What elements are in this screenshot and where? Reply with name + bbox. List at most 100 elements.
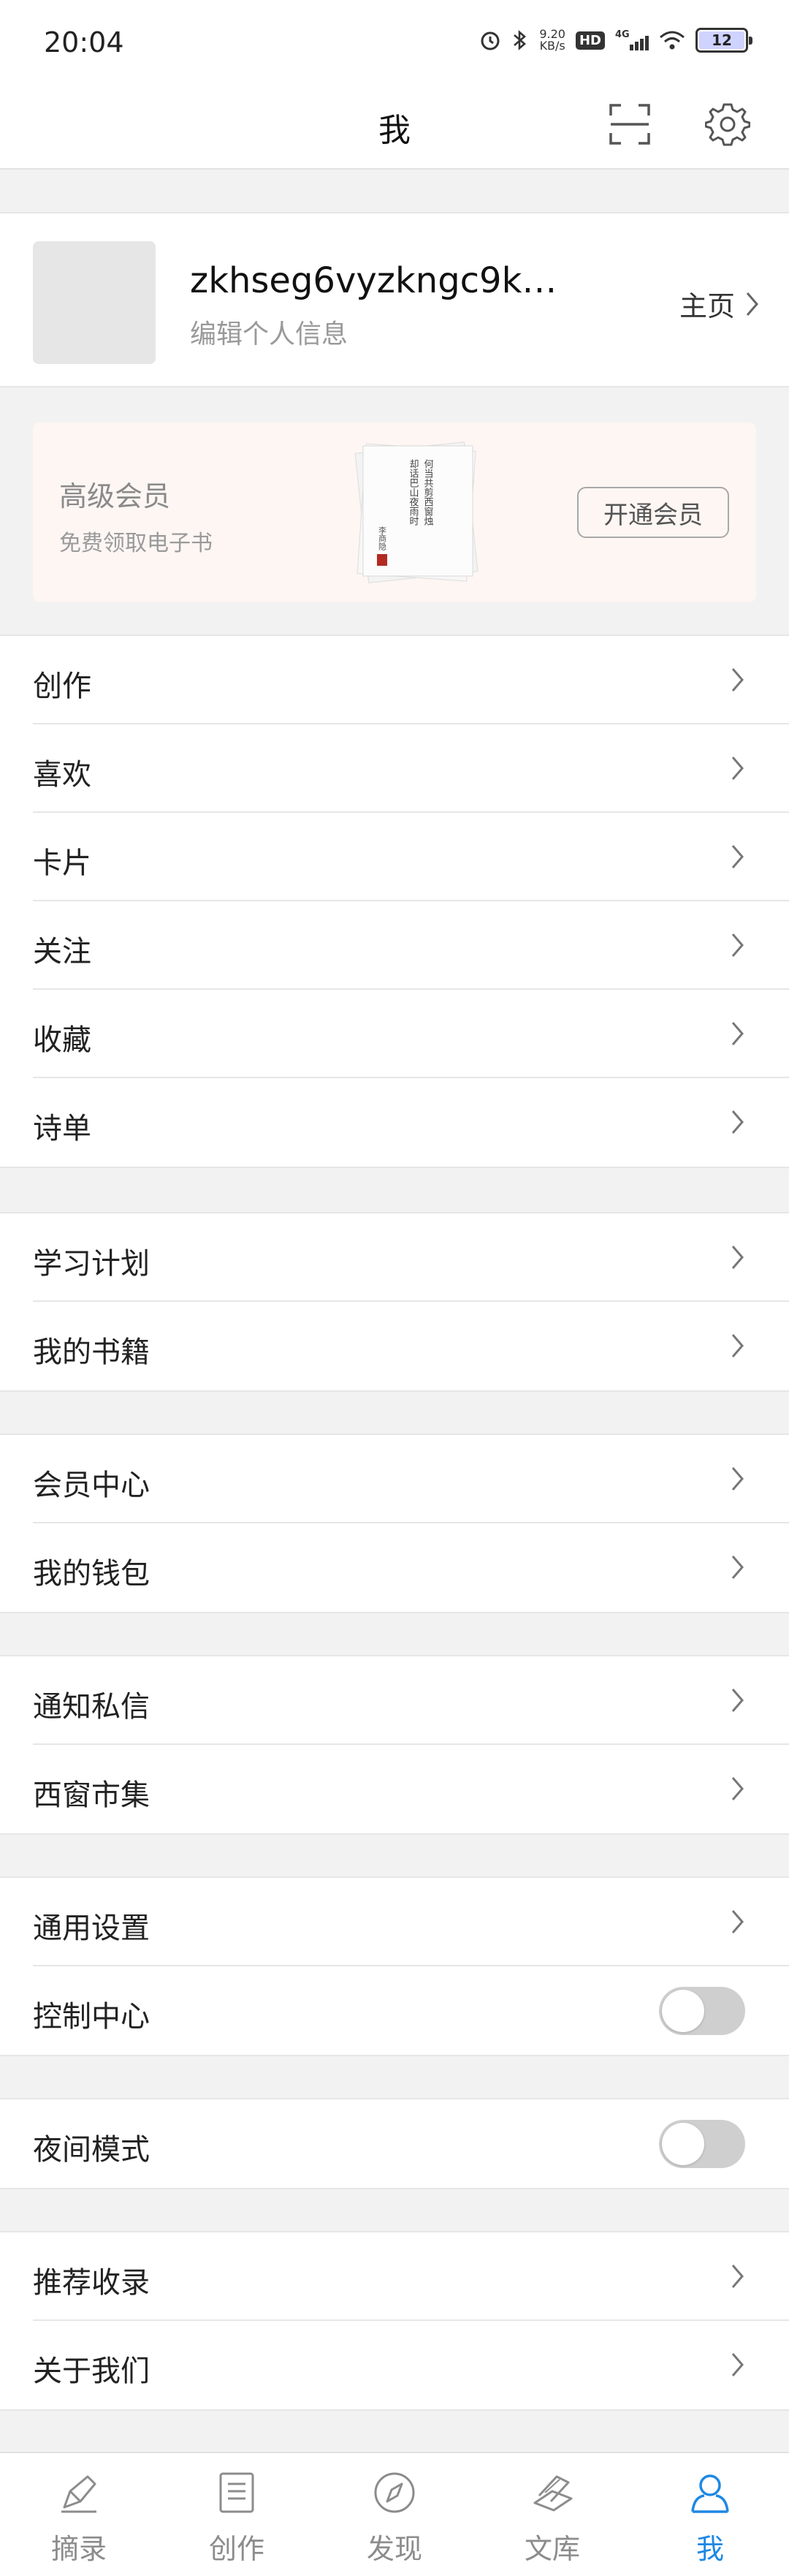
menu-row[interactable]: 关于我们 [0,2321,789,2409]
chevron-right-icon [731,1466,745,1495]
chevron-right-icon [731,667,745,696]
username: zkhseg6vyzkngc9k… [190,260,557,301]
document-icon [210,2466,263,2519]
toggle-switch[interactable] [659,2120,745,2168]
menu-row[interactable]: 控制中心 [0,1966,789,2055]
homepage-label: 主页 [679,290,735,322]
menu-row[interactable]: 学习计划 [0,1213,789,1302]
menu-row[interactable]: 通知私信 [0,1656,789,1745]
net-speed: 9.20 KB/s [539,27,565,53]
edit-profile-link[interactable]: 编辑个人信息 [190,313,348,351]
tab-label: 发现 [366,2533,422,2565]
menu-row-label: 通知私信 [33,1690,150,1724]
menu-row-label: 关于我们 [33,2355,150,2388]
avatar[interactable] [33,241,156,364]
toggle-knob [662,1990,704,2032]
svg-text:4G: 4G [615,29,630,40]
chevron-right-icon [731,1776,745,1805]
hd-badge: HD [575,31,605,50]
menu-group: 学习计划 我的书籍 [0,1212,789,1392]
bluetooth-icon [511,29,529,51]
vip-banner[interactable]: 高级会员 免费领取电子书 何当共剪西窗烛 却话巴山夜雨时 李商隐 开通会员 [33,423,756,602]
menu-row[interactable]: 推荐收录 [0,2232,789,2321]
menu-row-label: 创作 [33,670,91,703]
scan-icon [609,104,650,145]
status-time: 20:04 [44,26,124,58]
chevron-right-icon [731,1333,745,1362]
chevron-right-icon [731,932,745,961]
tab-library[interactable]: 文库 [473,2453,631,2576]
menu-group: 推荐收录 关于我们 [0,2231,789,2411]
menu-row-label: 我的书籍 [33,1336,150,1369]
chevron-right-icon [731,1554,745,1583]
vip-title: 高级会员 [59,480,171,512]
chevron-right-icon [731,844,745,873]
menu-row[interactable]: 西窗市集 [0,1745,789,1833]
menu-row[interactable]: 通用设置 [0,1878,789,1966]
book-illustration: 何当共剪西窗烛 却话巴山夜雨时 李商隐 [354,442,479,583]
poem-line: 何当共剪西窗烛 [422,458,434,526]
menu-group: 会员中心 我的钱包 [0,1433,789,1613]
nav-bar: 我 [0,80,789,170]
menu-row[interactable]: 创作 [0,636,789,724]
chevron-right-icon [731,1909,745,1938]
menu-group: 通用设置 控制中心 [0,1876,789,2056]
chevron-right-icon [731,2263,745,2292]
menu-row-label: 推荐收录 [33,2266,150,2300]
menu-row[interactable]: 诗单 [0,1078,789,1167]
seal-stamp [377,554,387,566]
battery-icon: 12 [695,28,752,53]
toggle-knob [662,2123,704,2165]
tab-label: 文库 [524,2533,580,2565]
menu-row-label: 会员中心 [33,1469,150,1502]
chevron-right-icon [731,1244,745,1273]
toggle-switch[interactable] [659,1987,745,2035]
cellular-signal-icon: 4G [615,29,649,52]
profile-card[interactable]: zkhseg6vyzkngc9k… 编辑个人信息 主页 [0,212,789,387]
menu-row[interactable]: 卡片 [0,813,789,901]
tab-create[interactable]: 创作 [158,2453,316,2576]
menu-row[interactable]: 收藏 [0,990,789,1078]
books-icon [526,2466,579,2519]
open-vip-button[interactable]: 开通会员 [577,487,729,538]
tab-excerpt[interactable]: 摘录 [0,2453,158,2576]
menu-row-label: 收藏 [33,1023,91,1057]
chevron-right-icon [731,1687,745,1716]
menu-row[interactable]: 夜间模式 [0,2099,789,2188]
homepage-link[interactable]: 主页 [679,284,760,324]
menu-row-label: 通用设置 [33,1912,150,1945]
tab-bar: 摘录 创作 发现 文库 我 [0,2452,789,2576]
tab-discover[interactable]: 发现 [316,2453,473,2576]
menu-row-label: 控制中心 [33,2000,150,2034]
menu-row[interactable]: 会员中心 [0,1435,789,1523]
menu-group: 夜间模式 [0,2098,789,2189]
user-icon [684,2466,736,2519]
chevron-right-icon [731,2352,745,2381]
menu-row-label: 夜间模式 [33,2133,150,2167]
tab-label: 摘录 [50,2533,107,2565]
menu-row-label: 喜欢 [33,758,91,792]
menu-row[interactable]: 关注 [0,901,789,990]
status-bar: 20:04 9.20 KB/s HD 4G 12 [0,0,789,80]
tab-me[interactable]: 我 [631,2453,789,2576]
menu-row[interactable]: 我的书籍 [0,1302,789,1390]
tab-label: 创作 [208,2533,264,2565]
menu-row-label: 学习计划 [33,1247,150,1281]
gear-icon [705,103,750,146]
menu-group: 通知私信 西窗市集 [0,1655,789,1835]
poem-line: 却话巴山夜雨时 [408,459,419,526]
menu-row-label: 我的钱包 [33,1557,150,1591]
tab-label: 我 [695,2533,724,2565]
pen-icon [53,2466,105,2519]
page-title: 我 [378,112,411,149]
chevron-right-icon [746,292,758,316]
settings-button[interactable] [698,95,757,154]
menu-row[interactable]: 喜欢 [0,724,789,813]
battery-level: 12 [699,31,744,49]
poem-author: 李商隐 [378,526,387,550]
scan-button[interactable] [601,95,659,154]
menu-row[interactable]: 我的钱包 [0,1523,789,1612]
menu-row-label: 卡片 [33,846,91,880]
menu-row-label: 诗单 [33,1112,91,1145]
menu-row-label: 西窗市集 [33,1778,150,1812]
